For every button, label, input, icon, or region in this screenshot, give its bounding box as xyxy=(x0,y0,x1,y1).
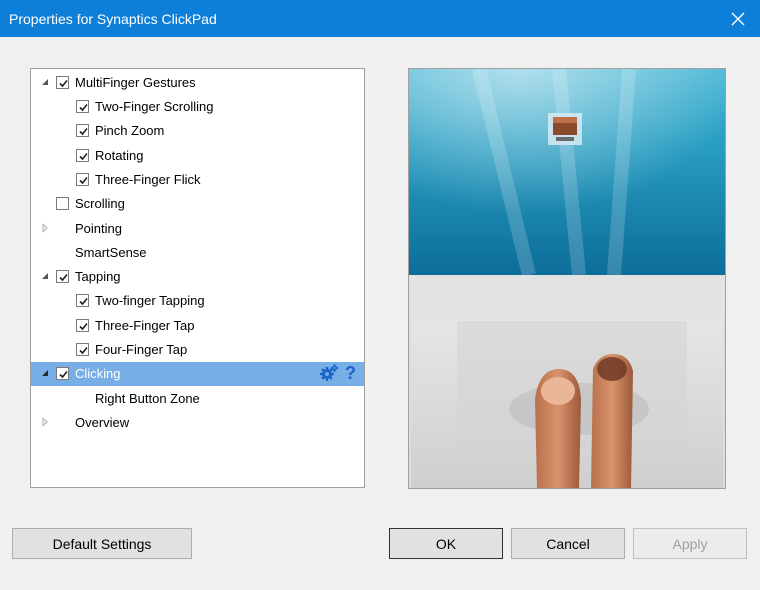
tree-item-pinch-zoom[interactable]: Pinch Zoom xyxy=(31,119,364,143)
close-icon xyxy=(731,12,745,25)
apply-button[interactable]: Apply xyxy=(633,528,747,559)
checkbox-three-finger-tap[interactable] xyxy=(76,319,89,332)
checkbox-scrolling[interactable] xyxy=(56,197,69,210)
tree-item-label: Tapping xyxy=(75,269,121,284)
tree-item-three-finger-tap[interactable]: Three-Finger Tap xyxy=(31,314,364,338)
tree-item-tapping[interactable]: Tapping xyxy=(31,265,364,289)
tree-item-pointing[interactable]: Pointing xyxy=(31,217,364,241)
checkbox-two-finger-scrolling[interactable] xyxy=(76,100,89,113)
tree-item-label: Right Button Zone xyxy=(95,391,200,406)
tree-item-label: Two-Finger Scrolling xyxy=(95,99,214,114)
tree-item-four-finger-tap[interactable]: Four-Finger Tap xyxy=(31,338,364,362)
tree-item-multifinger-gestures[interactable]: MultiFinger Gestures xyxy=(31,71,364,95)
gesture-preview xyxy=(408,68,726,489)
window-title: Properties for Synaptics ClickPad xyxy=(9,11,217,27)
tree-item-clicking[interactable]: Clicking ? xyxy=(31,362,364,386)
tree-item-label: Clicking xyxy=(75,366,121,381)
expand-arrow-icon[interactable] xyxy=(40,77,50,87)
checkbox-multifinger-gestures[interactable] xyxy=(56,76,69,89)
checkbox-clicking[interactable] xyxy=(56,367,69,380)
tree-item-label: Three-Finger Flick xyxy=(95,172,201,187)
tree-item-overview[interactable]: Overview xyxy=(31,411,364,435)
checkbox-tapping[interactable] xyxy=(56,270,69,283)
expand-arrow-icon[interactable] xyxy=(40,271,50,281)
tree-item-label: Pointing xyxy=(75,221,122,236)
tree-item-right-button-zone[interactable]: Right Button Zone xyxy=(31,387,364,411)
checkbox-four-finger-tap[interactable] xyxy=(76,343,89,356)
checkbox-three-finger-flick[interactable] xyxy=(76,173,89,186)
tree-item-label: Overview xyxy=(75,415,130,430)
close-button[interactable] xyxy=(716,0,760,37)
tree-item-label: Four-Finger Tap xyxy=(95,342,188,357)
expand-arrow-icon[interactable] xyxy=(40,368,50,378)
title-bar: Properties for Synaptics ClickPad xyxy=(0,0,760,37)
item-tools: ? xyxy=(319,364,356,382)
default-settings-button[interactable]: Default Settings xyxy=(12,528,192,559)
tree-item-two-finger-tapping[interactable]: Two-finger Tapping xyxy=(31,289,364,313)
tree-item-label: Scrolling xyxy=(75,196,125,211)
tree-item-rotating[interactable]: Rotating xyxy=(31,144,364,168)
ok-button[interactable]: OK xyxy=(389,528,503,559)
tree-item-two-finger-scrolling[interactable]: Two-Finger Scrolling xyxy=(31,95,364,119)
tree-item-label: Rotating xyxy=(95,148,144,163)
checkbox-pinch-zoom[interactable] xyxy=(76,124,89,137)
tree-item-three-finger-flick[interactable]: Three-Finger Flick xyxy=(31,168,364,192)
help-icon[interactable]: ? xyxy=(345,364,356,382)
checkbox-two-finger-tapping[interactable] xyxy=(76,294,89,307)
tree-item-smartsense[interactable]: SmartSense xyxy=(31,241,364,265)
tree-item-label: SmartSense xyxy=(75,245,147,260)
tree-item-label: MultiFinger Gestures xyxy=(75,75,196,90)
settings-tree[interactable]: MultiFinger Gestures Two-Finger Scrollin… xyxy=(30,68,365,488)
clickpad-animation-image xyxy=(409,69,725,488)
collapse-arrow-icon[interactable] xyxy=(40,417,50,427)
tree-item-label: Three-Finger Tap xyxy=(95,318,195,333)
tree-item-scrolling[interactable]: Scrolling xyxy=(31,192,364,216)
gear-icon[interactable] xyxy=(319,364,339,382)
checkbox-rotating[interactable] xyxy=(76,149,89,162)
tree-item-label: Two-finger Tapping xyxy=(95,293,205,308)
cancel-button[interactable]: Cancel xyxy=(511,528,625,559)
collapse-arrow-icon[interactable] xyxy=(40,223,50,233)
tree-item-label: Pinch Zoom xyxy=(95,123,165,138)
